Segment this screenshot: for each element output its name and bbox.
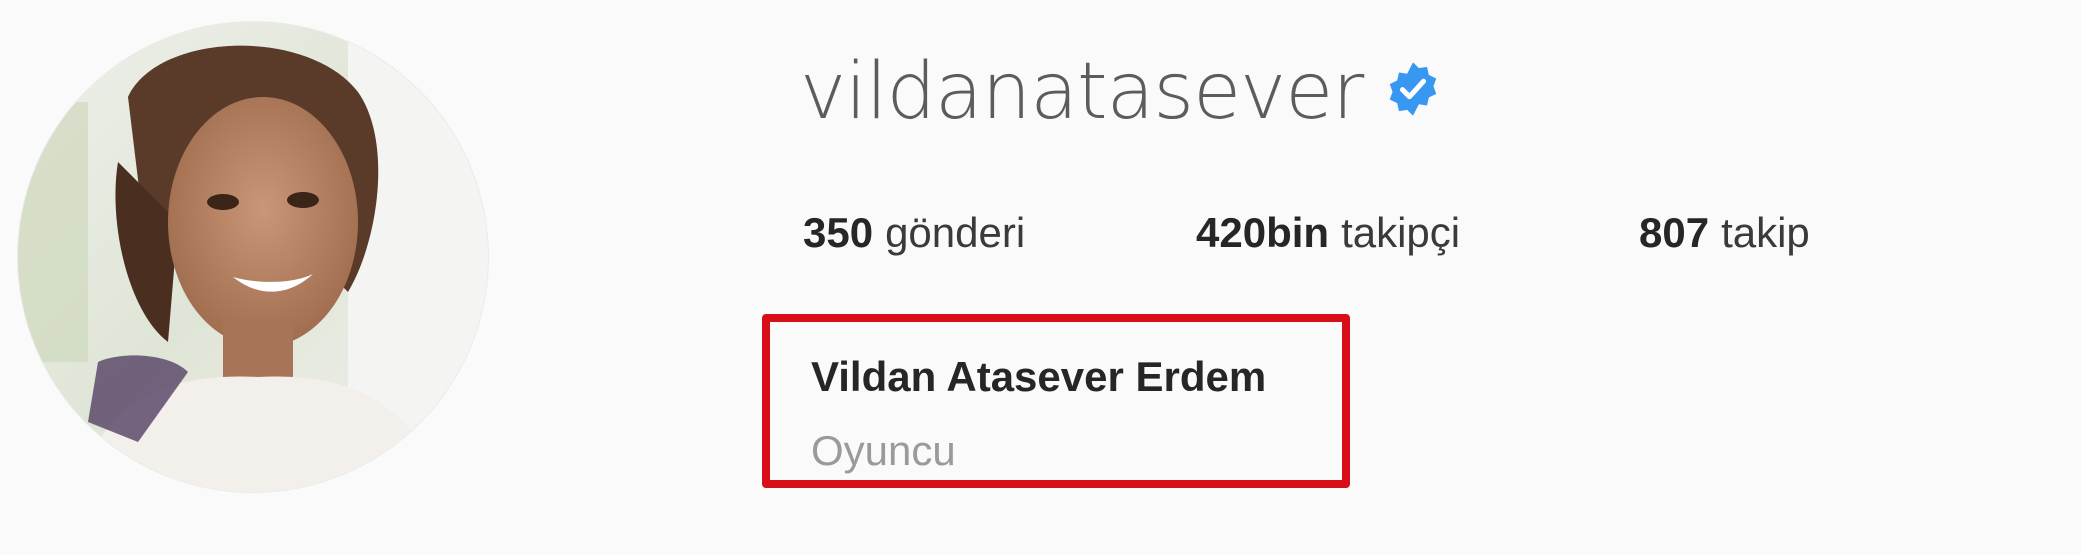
posts-label: gönderi bbox=[885, 209, 1026, 256]
following-count: 807 bbox=[1639, 209, 1710, 256]
username: vildanatasever bbox=[800, 47, 1364, 137]
following-label: takip bbox=[1721, 209, 1810, 256]
bio-highlight-box: Vildan Atasever Erdem Oyuncu bbox=[762, 314, 1350, 488]
verified-badge-icon bbox=[1390, 62, 1437, 116]
stat-following[interactable]: 807 takip bbox=[1639, 212, 1810, 254]
profile-avatar[interactable] bbox=[18, 22, 488, 492]
profile-header: vildanatasever bbox=[800, 42, 1441, 142]
full-name: Vildan Atasever Erdem bbox=[811, 353, 1267, 400]
followers-count: 420bin bbox=[1196, 209, 1330, 256]
avatar-photo bbox=[18, 22, 488, 492]
stat-followers[interactable]: 420bin takipçi bbox=[1196, 212, 1639, 254]
stat-posts: 350 gönderi bbox=[803, 212, 1196, 254]
followers-label: takipçi bbox=[1341, 209, 1461, 256]
profile-category: Oyuncu bbox=[811, 427, 956, 474]
profile-stats: 350 gönderi 420bin takipçi 807 takip bbox=[803, 212, 1810, 254]
posts-count: 350 bbox=[803, 209, 874, 256]
